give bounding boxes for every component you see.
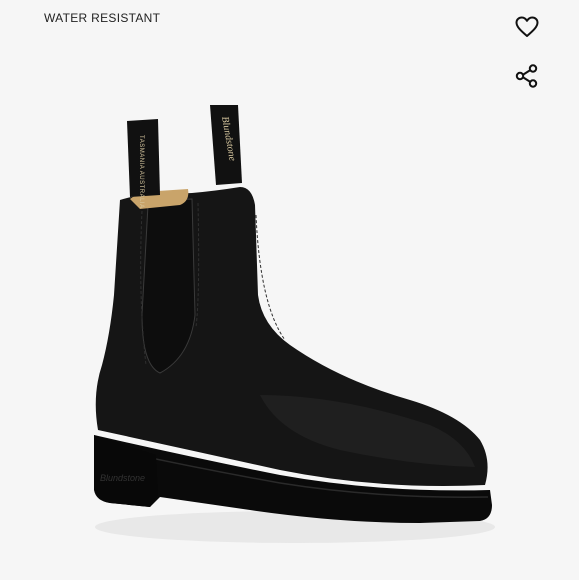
pull-tab-left-text: TASMANIA AUSTRALIA xyxy=(138,135,144,209)
product-image[interactable]: TASMANIA AUSTRALIA Blundstone Blundstone xyxy=(80,95,500,555)
heart-icon xyxy=(515,16,539,37)
wishlist-button[interactable] xyxy=(513,13,541,41)
sole-logo-text: Blundstone xyxy=(100,473,145,483)
share-icon xyxy=(515,64,538,88)
water-resistant-badge: WATER RESISTANT xyxy=(44,11,161,25)
product-gallery: WATER RESISTANT TASMANIA AUSTRALIA Blund… xyxy=(0,0,579,580)
share-button[interactable] xyxy=(513,62,541,90)
